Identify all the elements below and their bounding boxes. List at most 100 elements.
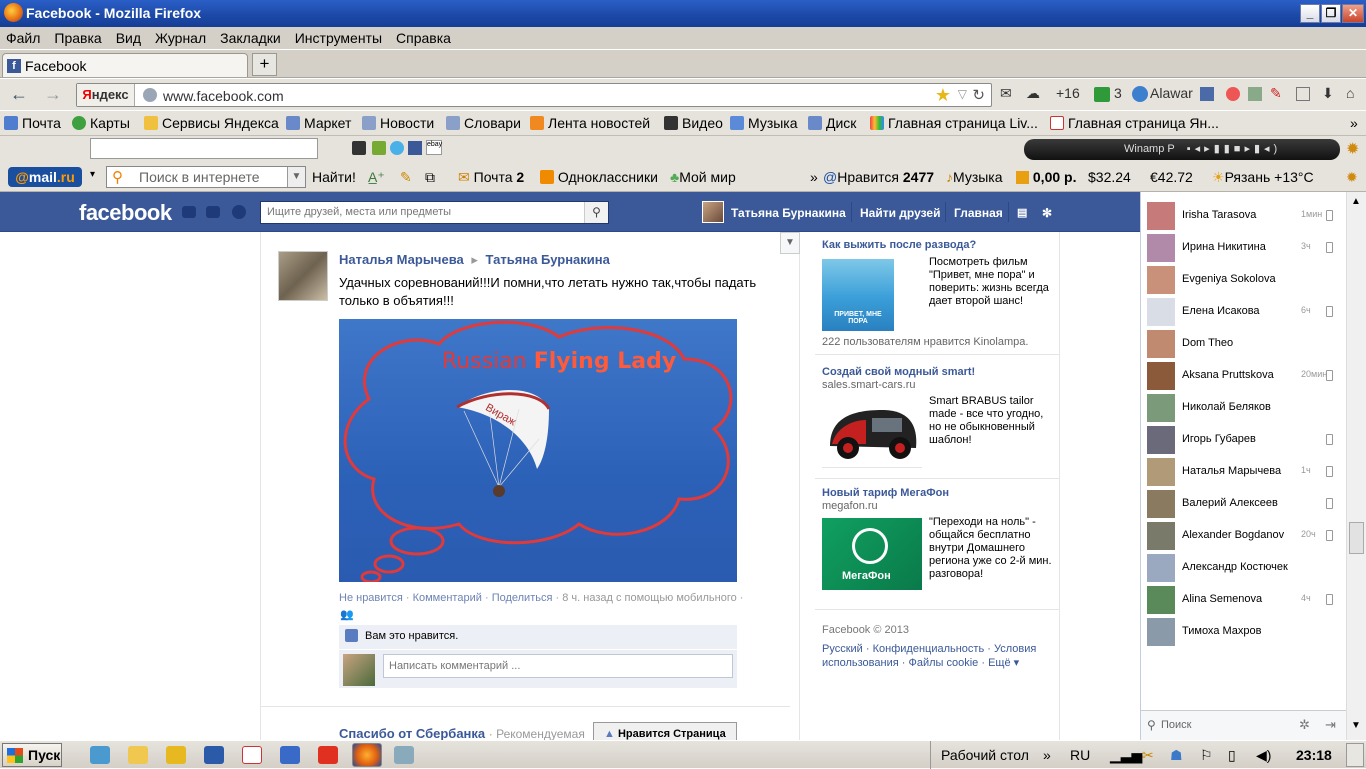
- music-link[interactable]: ♪Музыка: [946, 169, 1003, 185]
- ad-image[interactable]: [822, 398, 922, 468]
- bonus-count[interactable]: 3: [1114, 85, 1122, 101]
- media-player-icon[interactable]: [90, 746, 110, 764]
- messages-icon[interactable]: [206, 206, 220, 218]
- home-link[interactable]: Главная: [954, 206, 1003, 220]
- chat-contact[interactable]: Ирина Никитина 3ч: [1141, 232, 1347, 264]
- ad-image[interactable]: ПРИВЕТ, МНЕ ПОРА: [822, 259, 894, 331]
- eur-rate[interactable]: €42.72: [1150, 169, 1193, 185]
- post-author-link[interactable]: Наталья Марычева: [339, 252, 464, 267]
- app-icon[interactable]: [394, 746, 414, 764]
- chat-search-input[interactable]: Поиск: [1161, 719, 1191, 731]
- pencil-icon[interactable]: ✎: [400, 169, 412, 186]
- tray-icon[interactable]: ▯: [1228, 747, 1236, 764]
- bookmarks-overflow[interactable]: »: [1350, 115, 1358, 131]
- bookmark-star-icon[interactable]: ★: [935, 85, 951, 106]
- bookmark-item[interactable]: Карты: [72, 115, 130, 131]
- bookmark-item[interactable]: Диск: [808, 115, 856, 131]
- comment-input[interactable]: Написать комментарий ...: [383, 654, 733, 678]
- chat-contact[interactable]: Dom Theo: [1141, 328, 1347, 360]
- find-friends-link[interactable]: Найти друзей: [860, 206, 940, 220]
- menu-tools[interactable]: Инструменты: [295, 30, 382, 46]
- chevron-down-icon[interactable]: ▾: [90, 169, 95, 180]
- sound-app-icon[interactable]: [280, 746, 300, 764]
- mail-count[interactable]: +16: [1056, 85, 1080, 101]
- forward-button[interactable]: →: [42, 84, 64, 106]
- footer-more-link[interactable]: Ещё: [988, 657, 1011, 669]
- tab-facebook[interactable]: f Facebook: [2, 53, 248, 77]
- chat-contact[interactable]: Aksana Pruttskova 20мин: [1141, 360, 1347, 392]
- start-button[interactable]: Пуск: [2, 743, 62, 767]
- notifications-globe-icon[interactable]: [232, 205, 246, 219]
- chat-contact[interactable]: Alina Semenova 4ч: [1141, 584, 1347, 616]
- toolbar-icon-5[interactable]: [1296, 87, 1310, 101]
- tray-icon[interactable]: ☗: [1170, 747, 1183, 764]
- menu-bookmarks[interactable]: Закладки: [220, 30, 281, 46]
- gear-icon[interactable]: ✹: [1346, 169, 1358, 186]
- chat-contact[interactable]: Игорь Губарев: [1141, 424, 1347, 456]
- yandex-icon[interactable]: [242, 746, 262, 764]
- scroll-up-icon[interactable]: ▲: [1351, 196, 1361, 207]
- settings-gear-icon[interactable]: ✻: [1042, 206, 1052, 220]
- explorer-icon[interactable]: [128, 746, 148, 764]
- wallet-link[interactable]: 0,00 р.: [1016, 169, 1076, 185]
- bookmark-item[interactable]: Сервисы Яндекса: [144, 115, 279, 131]
- screenshot-icon[interactable]: ⧉: [425, 169, 435, 186]
- unlike-link[interactable]: Не нравится: [339, 592, 403, 604]
- chat-popout-icon[interactable]: ⇥: [1325, 717, 1336, 733]
- ad-title[interactable]: Новый тариф МегаФон: [822, 487, 949, 499]
- comment-link[interactable]: Комментарий: [413, 592, 482, 604]
- maximize-button[interactable]: ❐: [1321, 4, 1341, 23]
- chat-contact[interactable]: Николай Беляков: [1141, 392, 1347, 424]
- next-post-title[interactable]: Спасибо от Сбербанка: [339, 726, 485, 741]
- mail-link[interactable]: ✉ Почта 2: [458, 169, 524, 186]
- chevron-down-icon[interactable]: ▼: [780, 232, 800, 254]
- post-target-link[interactable]: Татьяна Бурнакина: [486, 252, 610, 267]
- ad-social[interactable]: 222 пользователям нравится Kinolampa.: [822, 336, 1028, 348]
- post-time[interactable]: 8 ч. назад с помощью мобильного: [562, 592, 736, 604]
- winamp-player[interactable]: Winamp P ▪◂▸▮▮■▸▮◂): [1024, 139, 1340, 160]
- signal-icon[interactable]: ▁▃▅: [1110, 747, 1142, 764]
- find-button[interactable]: Найти!: [312, 169, 356, 185]
- post-photo[interactable]: Russian Flying Lady Вираж: [339, 319, 737, 582]
- scroll-down-icon[interactable]: ▼: [1351, 720, 1361, 731]
- close-button[interactable]: ✕: [1342, 4, 1364, 23]
- bookmark-item[interactable]: Главная страница Liv...: [870, 115, 1038, 131]
- volume-icon[interactable]: ◀): [1256, 747, 1271, 764]
- post-author-avatar[interactable]: [278, 251, 328, 301]
- yandex-browser-icon[interactable]: [318, 746, 338, 764]
- bookmark-item[interactable]: Почта: [4, 115, 61, 131]
- menu-edit[interactable]: Правка: [54, 30, 101, 46]
- search-icon[interactable]: ⚲: [584, 202, 608, 223]
- menu-help[interactable]: Справка: [396, 30, 451, 46]
- url-text[interactable]: www.facebook.com: [163, 88, 284, 104]
- mail-icon[interactable]: ✉: [1000, 85, 1012, 102]
- bookmark-item[interactable]: Видео: [664, 115, 723, 131]
- page-scrollbar[interactable]: ▲ ▼: [1346, 192, 1366, 740]
- weather-link[interactable]: ☀Рязань +13°C: [1212, 169, 1314, 186]
- minimize-button[interactable]: _: [1300, 4, 1320, 23]
- menu-history[interactable]: Журнал: [155, 30, 206, 46]
- toolbar-icon-4[interactable]: ✎: [1270, 85, 1282, 102]
- privacy-shortcuts-icon[interactable]: ▤: [1017, 206, 1027, 219]
- android-icon[interactable]: [372, 141, 386, 155]
- yandex-logo[interactable]: Яндекс: [77, 84, 135, 106]
- chevron-down-icon[interactable]: ▼: [287, 167, 305, 187]
- bookmark-item[interactable]: Музыка: [730, 115, 798, 131]
- bookmark-item[interactable]: Маркет: [286, 115, 351, 131]
- bookmark-item[interactable]: Словари: [446, 115, 521, 131]
- reload-icon[interactable]: ↻: [972, 86, 985, 104]
- word-icon[interactable]: [204, 746, 224, 764]
- overflow-icon[interactable]: »: [810, 169, 818, 185]
- home-icon[interactable]: ⌂: [1346, 85, 1354, 101]
- extension-icon-1[interactable]: [352, 141, 366, 155]
- language-indicator[interactable]: RU: [1070, 747, 1090, 763]
- toolbar-icon-3[interactable]: [1248, 87, 1262, 101]
- ad-title[interactable]: Как выжить после развода?: [822, 239, 976, 251]
- toolbar-icon-2[interactable]: [1226, 87, 1240, 101]
- chat-contact[interactable]: Елена Исакова 6ч: [1141, 296, 1347, 328]
- chat-contact[interactable]: Александр Костючек: [1141, 552, 1347, 584]
- footer-cookies-link[interactable]: Файлы cookie: [908, 657, 978, 669]
- chat-contact[interactable]: Alexander Bogdanov 20ч: [1141, 520, 1347, 552]
- facebook-icon[interactable]: [408, 141, 422, 155]
- firefox-taskbar-icon[interactable]: [352, 743, 382, 767]
